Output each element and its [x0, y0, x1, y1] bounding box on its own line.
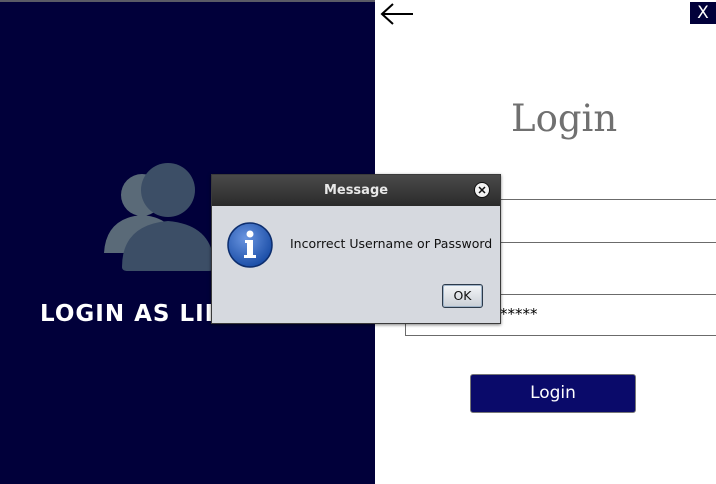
message-dialog: Message Incorrect Username or Password O… [211, 174, 501, 324]
dialog-title: Message [323, 183, 389, 198]
ok-button[interactable]: OK [442, 284, 483, 308]
login-heading: Login [511, 97, 618, 140]
login-button[interactable]: Login [470, 374, 636, 413]
close-window-button[interactable]: X [690, 2, 716, 24]
arrow-left-icon[interactable] [380, 2, 416, 26]
login-as-title: LOGIN AS LIB [40, 301, 224, 327]
close-icon[interactable] [474, 182, 490, 198]
info-icon [227, 222, 273, 268]
dialog-message: Incorrect Username or Password [290, 236, 493, 251]
